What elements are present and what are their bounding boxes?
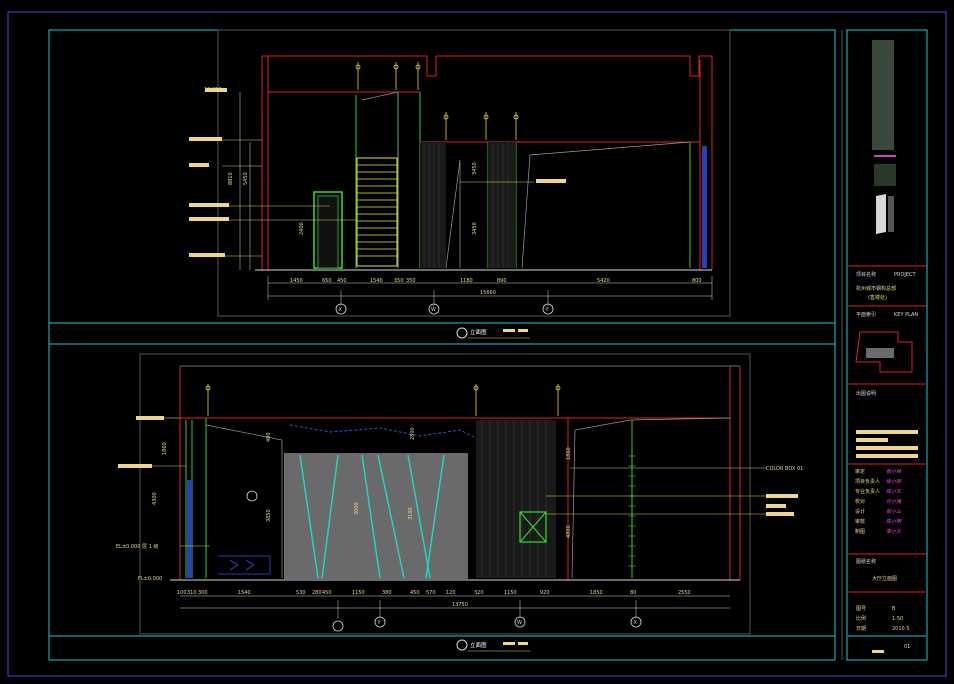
project-label-en: PROJECT [894,272,917,278]
key-plan-en: KEY PLAN [894,312,918,318]
bd-8: 1150 [352,590,365,596]
bd-12: 120 [446,590,456,596]
bd-4: 1540 [238,590,251,596]
project-name: 杭州城市钢构总部 [856,285,896,292]
sign-role-2: 项目负责人 [855,478,880,485]
bot-axis-1: Y [377,620,382,626]
bd-5: 530 [296,590,306,596]
drawing-name: 大厅立面图 [872,575,897,582]
top-elevation-label: 立面图 [470,328,487,336]
top-h-dim-2: 5450 [243,172,249,185]
sign-role-1: 审定 [855,468,865,475]
info-val-3: 2010.5 [892,626,910,632]
bd-7: 450 [322,590,332,596]
top-h-dim-5: 2400 [299,222,305,235]
sign-role-7: 制图 [855,528,865,535]
top-dim-1: 1450 [290,278,303,284]
title-block: 项目名称 PROJECT 杭州城市钢构总部 (售楼处) 平面索引 KEY PLA… [834,29,928,661]
bot-h-9: 4800 [566,525,572,538]
sign-role-6: 审核 [855,518,865,525]
top-h-dim-3: 3450 [472,162,478,175]
sign-name-3: 陈小东 [886,488,902,495]
bot-axis-3: X [634,620,638,626]
bot-h-2: 4300 [152,492,158,505]
info-key-1: 图号 [856,606,866,612]
top-h-dim-1: 8810 [228,172,234,185]
top-dim-9: 5420 [597,278,610,284]
bottom-right-tag: COLOR BOX 01 [766,466,803,472]
top-axis-2: W [431,307,436,313]
bd-6: 280 [312,590,322,596]
top-h-dim-4: 3450 [472,222,478,235]
elevation-top: 1450 650 450 1540 350 350 1180 890 5420 … [189,29,731,339]
bd-15: 920 [540,590,550,596]
bd-2: 310 [187,590,197,596]
bot-axis-2: W [517,620,522,626]
top-axis-3: Y [545,307,550,313]
sign-table: 审定 张小林 项目负责人 徐小刚 专业负责人 陈小东 校对 许小强 设计 张小山… [855,468,902,535]
elevation-bottom: EL±0.000 层 1 级 FL±0.000 COLOR BOX 01 186… [116,353,803,652]
project-label: 项目名称 [856,271,876,278]
sign-role-3: 专业负责人 [855,488,880,495]
sheet-number: 01 [904,644,910,650]
bd-10: 450 [410,590,420,596]
bottom-total-dim: 13750 [452,602,468,608]
bd-11: 570 [426,590,436,596]
project-sub: (售楼处) [868,294,887,301]
bd-13: 320 [474,590,484,596]
bottom-elevation-label: 立面图 [470,641,487,649]
top-dim-3: 450 [337,278,347,284]
sign-role-5: 设计 [855,508,865,515]
bot-h-4: 3850 [266,509,272,522]
bottom-left-tag-1: EL±0.000 层 1 级 [116,543,158,550]
top-dim-7: 1180 [460,278,473,284]
info-val-2: 1:50 [892,616,903,622]
notes-label: 出图说明 [856,390,876,397]
drawing-name-label: 图纸名称 [856,558,876,565]
bot-h-5: 3000 [354,502,360,515]
top-dim-10: 800 [692,278,702,284]
bot-h-1: 1860 [162,442,168,455]
bd-16: 1850 [590,590,603,596]
bd-17: 80 [630,590,636,596]
bd-1: 100 [177,590,187,596]
info-key-3: 日期 [856,626,866,632]
sign-name-1: 张小林 [886,468,902,475]
top-dim-6: 350 [406,278,416,284]
bd-9: 380 [382,590,392,596]
info-val-1: B [892,606,896,612]
top-axis-1: X [339,307,343,313]
bot-h-8: 1860 [566,447,572,460]
bot-h-7: 2800 [410,427,416,440]
sign-name-4: 许小强 [886,498,902,505]
top-dim-5: 350 [394,278,404,284]
sign-role-4: 校对 [855,498,865,505]
bot-h-3: 480 [266,432,272,442]
bd-3: 300 [198,590,208,596]
top-dim-8: 890 [497,278,507,284]
top-dim-4: 1540 [370,278,383,284]
info-key-2: 比例 [856,615,866,622]
sign-name-2: 徐小刚 [886,478,902,485]
bd-14: 1150 [504,590,517,596]
bot-h-6: 3100 [408,507,414,520]
key-plan-label: 平面索引 [856,311,876,318]
bottom-left-tag-2: FL±0.000 [138,576,162,582]
top-level-mark: 12.950 [204,87,222,93]
sign-name-7: 李小兰 [886,528,902,535]
top-dim-2: 650 [322,278,332,284]
sign-name-5: 张小山 [886,508,902,515]
bd-18: 2550 [678,590,691,596]
cad-drawing: 1450 650 450 1540 350 350 1180 890 5420 … [7,11,947,677]
top-total-dim: 15660 [480,290,496,296]
sign-name-6: 陈小明 [886,518,902,525]
